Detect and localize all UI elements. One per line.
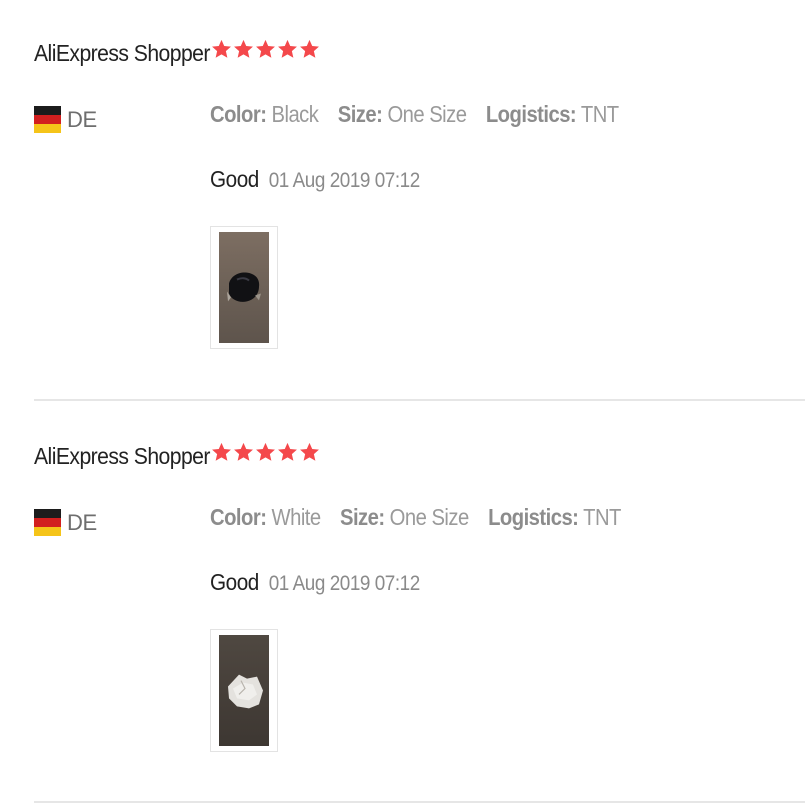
germany-flag-icon	[34, 509, 61, 536]
star-icon	[255, 38, 276, 60]
reviewer-country: DE	[34, 509, 97, 536]
attribute-logistics: Logistics: TNT	[486, 101, 619, 128]
review-comment: Good 01 Aug 2019 07:12	[210, 569, 420, 596]
review-item: AliExpress Shopper DE Color: White Size:…	[0, 403, 805, 805]
attribute-size: Size: One Size	[340, 504, 469, 531]
attribute-label: Color:	[210, 101, 267, 127]
star-icon	[299, 441, 320, 463]
germany-flag-icon	[34, 106, 61, 133]
review-divider	[34, 801, 805, 803]
country-code: DE	[67, 106, 97, 132]
star-icon	[211, 38, 232, 60]
star-icon	[277, 38, 298, 60]
attribute-color: Color: Black	[210, 101, 319, 128]
product-attributes: Color: Black Size: One Size Logistics: T…	[210, 101, 638, 128]
review-divider	[34, 399, 805, 401]
review-photo-thumbnail[interactable]	[210, 226, 278, 349]
star-icon	[277, 441, 298, 463]
country-code: DE	[67, 509, 97, 535]
star-icon	[211, 441, 232, 463]
star-icon	[233, 38, 254, 60]
attribute-label: Size:	[337, 101, 383, 127]
attribute-logistics: Logistics: TNT	[488, 504, 621, 531]
attribute-size: Size: One Size	[338, 101, 467, 128]
attribute-value: Black	[271, 101, 319, 127]
star-rating	[211, 441, 320, 463]
review-photo-black-patch	[219, 232, 269, 343]
attribute-value: TNT	[580, 101, 619, 127]
attribute-label: Logistics:	[488, 504, 579, 530]
attribute-label: Color:	[210, 504, 267, 530]
comment-text: Good	[210, 166, 259, 192]
reviewer-country: DE	[34, 106, 97, 133]
review-photo-white-patch	[219, 635, 269, 746]
comment-text: Good	[210, 569, 259, 595]
review-date: 01 Aug 2019 07:12	[268, 572, 421, 595]
attribute-color: Color: White	[210, 504, 321, 531]
star-icon	[233, 441, 254, 463]
review-comment: Good 01 Aug 2019 07:12	[210, 166, 420, 193]
attribute-label: Size:	[339, 504, 385, 530]
attribute-value: One Size	[387, 101, 467, 127]
attribute-value: TNT	[583, 504, 621, 530]
review-date: 01 Aug 2019 07:12	[268, 169, 421, 192]
review-photo-thumbnail[interactable]	[210, 629, 278, 752]
review-author: AliExpress Shopper	[34, 443, 210, 469]
review-author: AliExpress Shopper	[34, 40, 210, 66]
product-attributes: Color: White Size: One Size Logistics: T…	[210, 504, 640, 531]
attribute-value: White	[271, 504, 322, 530]
star-icon	[255, 441, 276, 463]
review-item: AliExpress Shopper DE Color: Black Size:…	[0, 0, 805, 402]
attribute-value: One Size	[389, 504, 470, 530]
attribute-label: Logistics:	[485, 101, 577, 127]
star-rating	[211, 38, 320, 60]
star-icon	[299, 38, 320, 60]
